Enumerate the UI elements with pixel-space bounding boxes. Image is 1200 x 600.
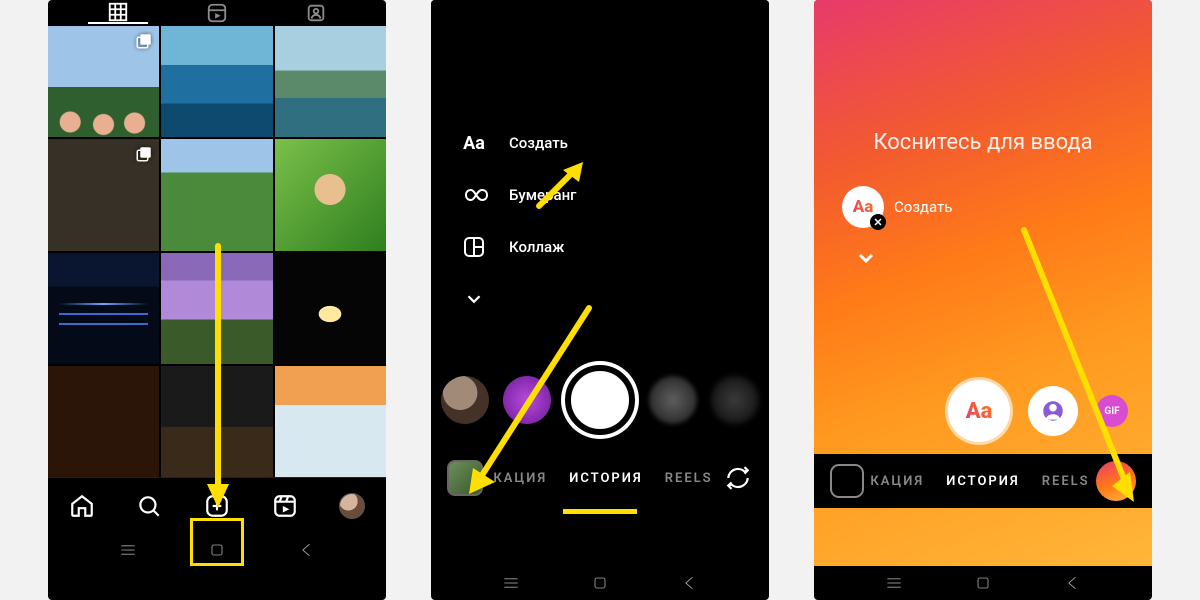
tab-reels[interactable]: REELS <box>1042 474 1090 489</box>
recent-apps-icon[interactable] <box>501 573 521 593</box>
camera-bottom-bar: КАЦИЯ ИСТОРИЯ REELS <box>814 454 1152 508</box>
home-icon[interactable] <box>207 540 227 560</box>
home-icon[interactable] <box>973 573 993 593</box>
story-text-canvas[interactable]: Коснитесь для ввода Aa Создать Aa GIF КА… <box>814 0 1152 566</box>
mode-more[interactable] <box>459 284 576 314</box>
text-aa-icon: Aa <box>842 186 884 228</box>
annotation-underline <box>563 509 637 514</box>
tab-reels[interactable]: REELS <box>665 471 713 486</box>
filter-carousel[interactable] <box>431 364 769 436</box>
recent-apps-icon[interactable] <box>884 573 904 593</box>
text-aa-icon: Aa <box>459 128 489 158</box>
nav-search[interactable] <box>132 489 166 523</box>
back-icon[interactable] <box>1063 573 1083 593</box>
grid-cell[interactable] <box>275 26 386 137</box>
infinity-icon <box>459 180 489 210</box>
grid-cell[interactable] <box>48 253 159 364</box>
back-icon[interactable] <box>297 540 317 560</box>
grid-cell[interactable] <box>275 253 386 364</box>
layout-icon <box>459 232 489 262</box>
nav-create[interactable] <box>200 489 234 523</box>
chevron-down-icon[interactable] <box>854 246 878 274</box>
text-style-button[interactable]: Aa <box>948 380 1010 442</box>
tab-story[interactable]: ИСТОРИЯ <box>569 471 643 486</box>
grid-cell[interactable] <box>48 139 159 250</box>
tab-publication[interactable]: КАЦИЯ <box>870 474 924 489</box>
grid-cell[interactable] <box>161 26 272 137</box>
filter-thumb[interactable] <box>649 376 697 424</box>
recent-apps-icon[interactable] <box>118 540 138 560</box>
grid-cell[interactable] <box>161 139 272 250</box>
capture-mode-tabs[interactable]: КАЦИЯ ИСТОРИЯ REELS <box>870 474 1089 489</box>
profile-content-tabs <box>48 0 386 26</box>
nav-profile[interactable] <box>335 489 369 523</box>
bottom-nav <box>48 477 386 533</box>
nav-home[interactable] <box>65 489 99 523</box>
mode-collage-label: Коллаж <box>509 238 564 256</box>
chevron-down-icon <box>459 284 489 314</box>
grid-cell[interactable] <box>161 253 272 364</box>
android-nav-bar <box>48 533 386 567</box>
phone-story-camera: Aa Создать Бумеранг Коллаж <box>431 0 769 600</box>
create-mode-chip[interactable]: Aa Создать <box>842 186 952 228</box>
phone-story-create-text: Коснитесь для ввода Aa Создать Aa GIF КА… <box>814 0 1152 600</box>
carousel-icon <box>135 32 153 50</box>
back-icon[interactable] <box>680 573 700 593</box>
filter-thumb[interactable] <box>441 376 489 424</box>
photo-grid <box>48 26 386 477</box>
mode-boomerang-label: Бумеранг <box>509 186 576 204</box>
tab-tagged[interactable] <box>286 2 346 24</box>
tab-story[interactable]: ИСТОРИЯ <box>946 474 1020 489</box>
gif-button[interactable]: GIF <box>1096 395 1128 427</box>
tap-to-type-hint: Коснитесь для ввода <box>814 130 1152 155</box>
capture-mode-tabs[interactable]: КАЦИЯ ИСТОРИЯ REELS <box>493 471 712 486</box>
gallery-thumb[interactable] <box>447 460 483 496</box>
grid-cell[interactable] <box>48 26 159 137</box>
shutter-button[interactable] <box>565 365 635 435</box>
story-mode-list: Aa Создать Бумеранг Коллаж <box>459 128 576 314</box>
carousel-icon <box>135 145 153 163</box>
background-color-button[interactable] <box>1096 461 1136 501</box>
mode-create-label: Создать <box>509 134 568 152</box>
grid-cell[interactable] <box>275 139 386 250</box>
nav-reels[interactable] <box>268 489 302 523</box>
switch-camera-button[interactable] <box>723 463 753 493</box>
android-nav-bar <box>431 566 769 600</box>
grid-cell[interactable] <box>275 366 386 477</box>
filter-thumb[interactable] <box>711 376 759 424</box>
camera-bottom-bar: КАЦИЯ ИСТОРИЯ REELS <box>431 448 769 508</box>
close-icon[interactable] <box>870 214 886 230</box>
phone-profile-grid <box>48 0 386 600</box>
grid-cell[interactable] <box>161 366 272 477</box>
tab-grid[interactable] <box>88 2 148 24</box>
mode-create[interactable]: Aa Создать <box>459 128 576 158</box>
grid-cell[interactable] <box>48 366 159 477</box>
mode-collage[interactable]: Коллаж <box>459 232 576 262</box>
create-action-row: Aa GIF <box>948 380 1128 442</box>
home-icon[interactable] <box>590 573 610 593</box>
tab-reels[interactable] <box>187 2 247 24</box>
android-nav-bar <box>814 566 1152 600</box>
create-chip-label: Создать <box>894 198 952 216</box>
gallery-thumb[interactable] <box>830 464 864 498</box>
filter-thumb[interactable] <box>503 376 551 424</box>
tab-publication[interactable]: КАЦИЯ <box>493 471 547 486</box>
mode-boomerang[interactable]: Бумеранг <box>459 180 576 210</box>
mention-button[interactable] <box>1028 386 1078 436</box>
